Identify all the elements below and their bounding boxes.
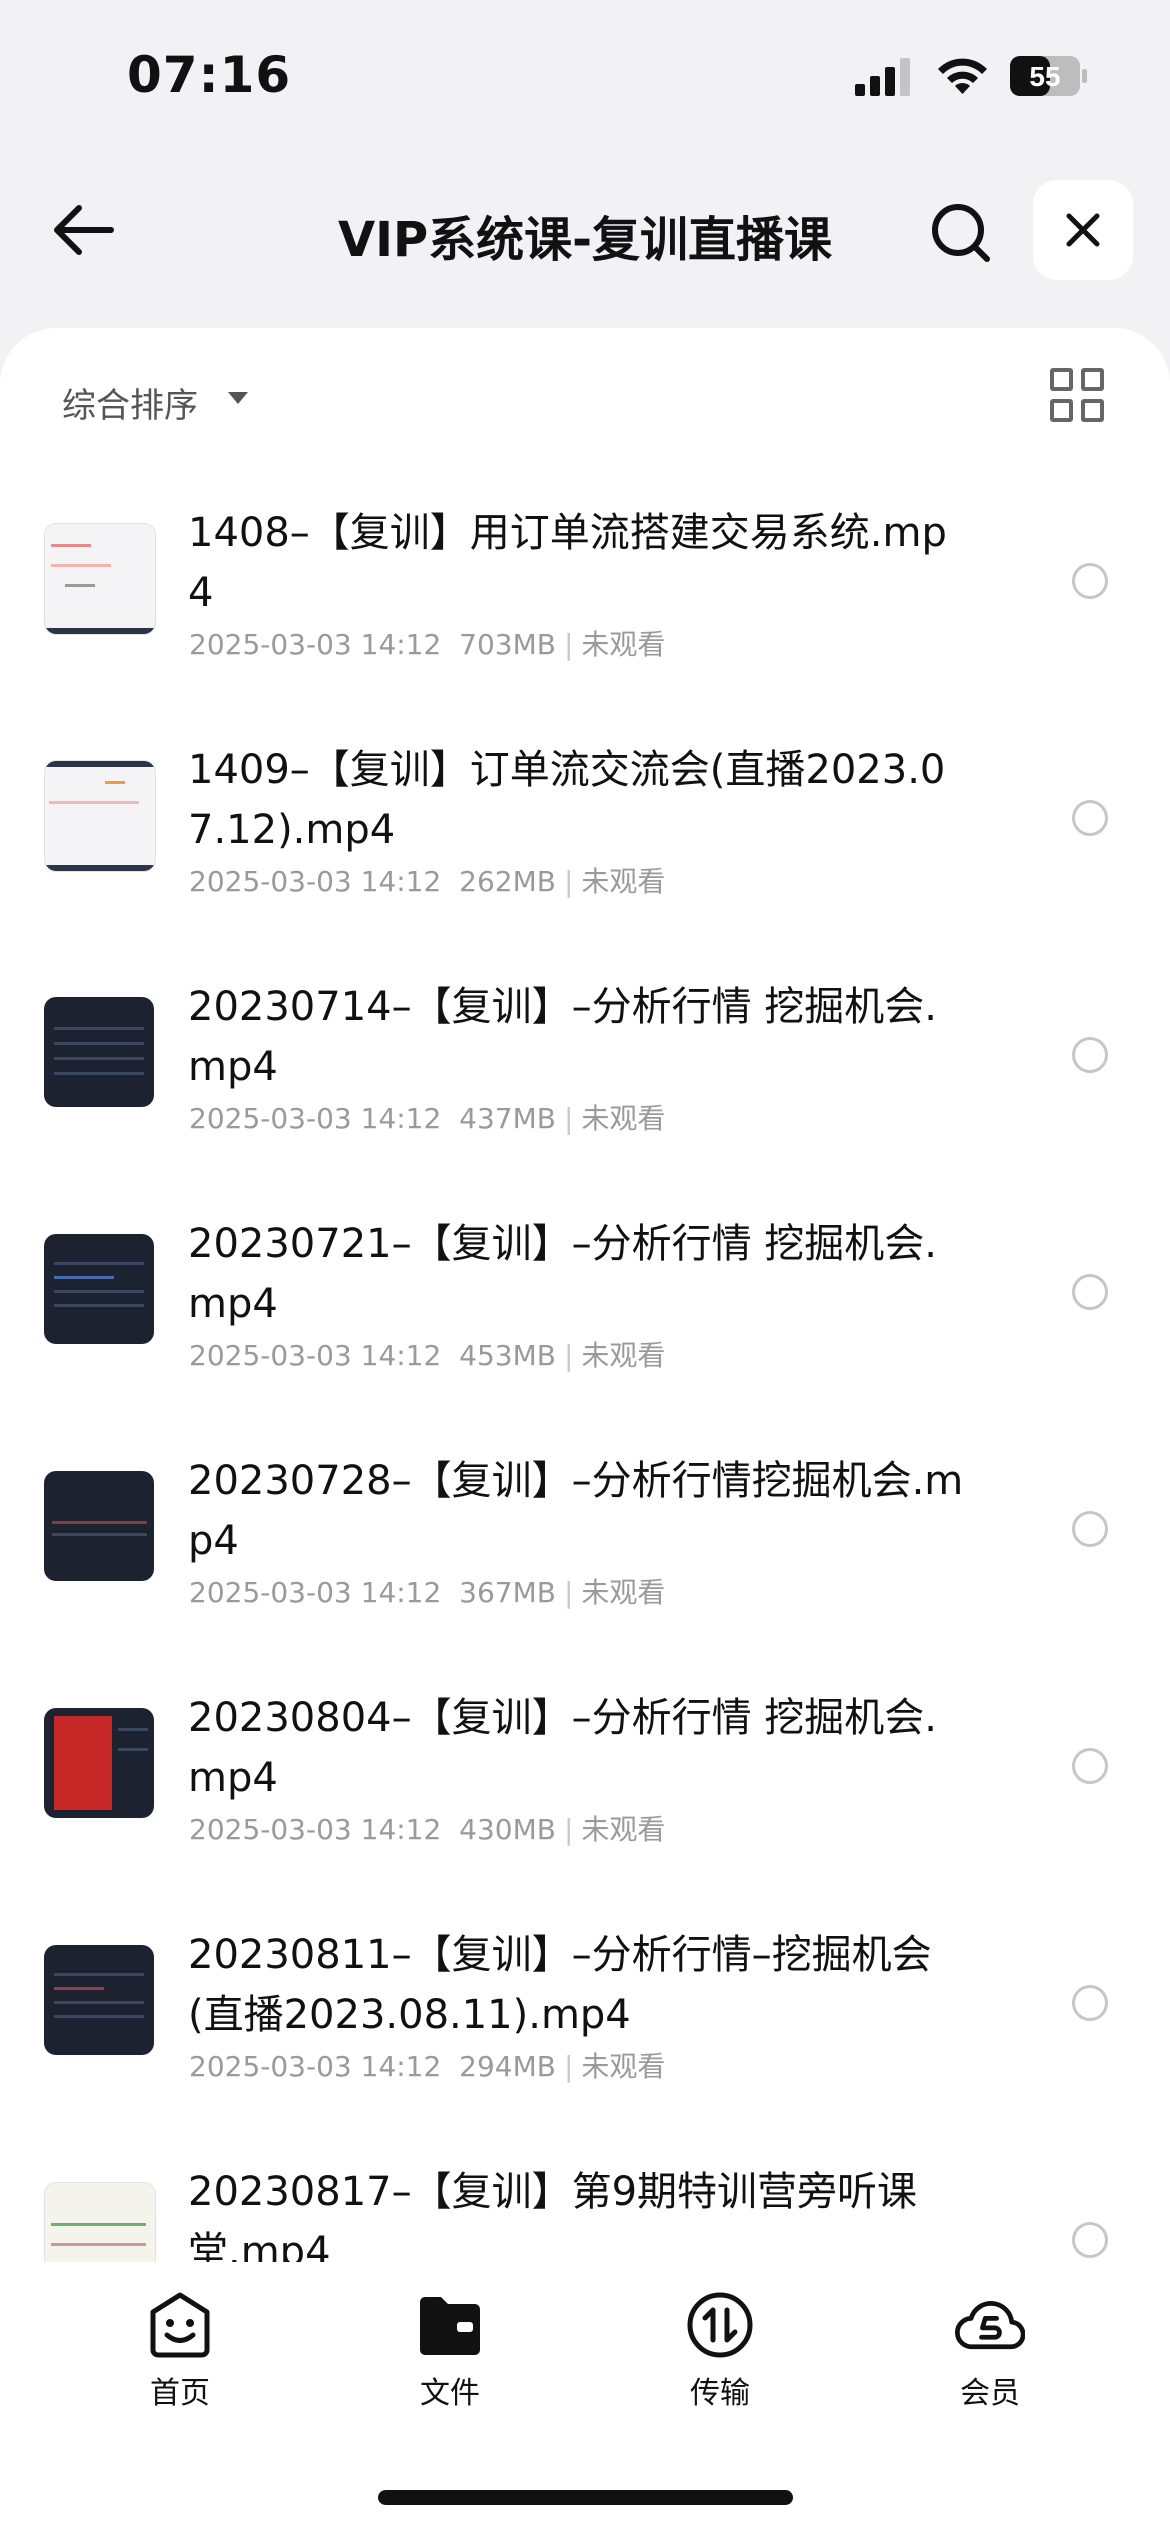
file-name: 20230721–【复训】–分析行情 挖掘机会.mp4 (188, 1221, 938, 1327)
tab-transfer[interactable]: 传输 (635, 2290, 805, 2412)
home-indicator[interactable] (378, 2490, 793, 2505)
file-name: 20230804–【复训】–分析行情 挖掘机会.mp4 (188, 1695, 938, 1801)
caret-down-icon[interactable] (228, 392, 248, 404)
file-name: 20230714–【复训】–分析行情 挖掘机会.mp4 (188, 984, 938, 1090)
status-bar: 07:16 55 (0, 0, 1170, 150)
select-radio[interactable] (1072, 1511, 1108, 1547)
file-meta: 2025-03-03 14:12 453MB | 未观看 (189, 1339, 666, 1372)
file-row[interactable]: 20230817–【复训】第9期特训营旁听课堂.mp4 (0, 2142, 1170, 2268)
select-radio[interactable] (1072, 1985, 1108, 2021)
file-name: 1408–【复训】用订单流搭建交易系统.mp4 (188, 510, 947, 616)
video-thumbnail (44, 1945, 154, 2055)
header: VIP系统课-复训直播课 (0, 170, 1170, 290)
select-radio[interactable] (1072, 800, 1108, 836)
transfer-icon (687, 2292, 753, 2358)
file-row[interactable]: 20230721–【复训】–分析行情 挖掘机会.mp4 2025-03-03 1… (0, 1194, 1170, 1431)
tab-label: 会员 (960, 2376, 1020, 2411)
status-time: 07:16 (127, 46, 292, 104)
battery-icon: 55 (1010, 56, 1087, 96)
file-name: 20230817–【复训】第9期特训营旁听课堂.mp4 (188, 2169, 918, 2268)
file-list-panel: 综合排序 1408–【复训】用订单流搭建交易系统.mp4 2025-03-03 … (0, 328, 1170, 2268)
select-radio[interactable] (1072, 1037, 1108, 1073)
video-thumbnail (44, 1471, 154, 1581)
back-button[interactable] (45, 192, 121, 268)
file-meta: 2025-03-03 14:12 437MB | 未观看 (189, 1102, 666, 1135)
grid-view-icon[interactable] (1050, 368, 1104, 422)
file-row[interactable]: 20230714–【复训】–分析行情 挖掘机会.mp4 2025-03-03 1… (0, 957, 1170, 1194)
tab-label: 文件 (420, 2376, 480, 2411)
file-name: 1409–【复训】订单流交流会(直播2023.07.12).mp4 (188, 747, 946, 853)
file-name: 20230728–【复训】–分析行情挖掘机会.mp4 (188, 1458, 964, 1564)
tab-vip[interactable]: 会员 (905, 2290, 1075, 2412)
file-meta: 2025-03-03 14:12 430MB | 未观看 (189, 1813, 666, 1846)
video-thumbnail (44, 2182, 156, 2268)
close-icon (1066, 213, 1100, 247)
tab-label: 首页 (150, 2376, 210, 2411)
tab-files[interactable]: 文件 (365, 2290, 535, 2412)
sort-dropdown[interactable]: 综合排序 (62, 378, 198, 427)
select-radio[interactable] (1072, 1748, 1108, 1784)
file-meta: 2025-03-03 14:12 703MB | 未观看 (189, 628, 666, 661)
video-thumbnail (44, 1708, 154, 1818)
file-row[interactable]: 20230811–【复训】–分析行情–挖掘机会(直播2023.08.11).mp… (0, 1905, 1170, 2142)
file-meta: 2025-03-03 14:12 367MB | 未观看 (189, 1576, 666, 1609)
video-thumbnail (44, 760, 156, 872)
select-radio[interactable] (1072, 2222, 1108, 2258)
select-radio[interactable] (1072, 1274, 1108, 1310)
select-radio[interactable] (1072, 563, 1108, 599)
smile-face-icon (150, 2292, 210, 2358)
video-thumbnail (44, 1234, 154, 1344)
file-row[interactable]: 1408–【复训】用订单流搭建交易系统.mp4 2025-03-03 14:12… (0, 483, 1170, 720)
file-row[interactable]: 1409–【复训】订单流交流会(直播2023.07.12).mp4 2025-0… (0, 720, 1170, 957)
battery-level: 55 (1029, 61, 1060, 92)
sort-bar: 综合排序 (0, 368, 1170, 438)
file-meta: 2025-03-03 14:12 262MB | 未观看 (189, 865, 666, 898)
search-button[interactable] (920, 192, 1002, 274)
video-thumbnail (44, 997, 154, 1107)
search-icon (932, 204, 990, 262)
cloud-vip-icon (955, 2301, 1025, 2350)
file-row[interactable]: 20230728–【复训】–分析行情挖掘机会.mp4 2025-03-03 14… (0, 1431, 1170, 1668)
cellular-signal-icon (855, 58, 910, 96)
wifi-icon (938, 58, 987, 94)
page-title: VIP系统课-复训直播课 (337, 212, 833, 268)
file-meta: 2025-03-03 14:12 294MB | 未观看 (189, 2050, 666, 2083)
video-thumbnail (44, 523, 156, 635)
tab-label: 传输 (690, 2376, 750, 2411)
file-list: 1408–【复训】用订单流搭建交易系统.mp4 2025-03-03 14:12… (0, 483, 1170, 2268)
arrow-left-icon (54, 205, 114, 255)
file-row[interactable]: 20230804–【复训】–分析行情 挖掘机会.mp4 2025-03-03 1… (0, 1668, 1170, 1905)
file-name: 20230811–【复训】–分析行情–挖掘机会(直播2023.08.11).mp… (188, 1932, 932, 2038)
close-button[interactable] (1033, 180, 1133, 280)
folder-icon (420, 2297, 480, 2355)
tab-home[interactable]: 首页 (95, 2290, 265, 2412)
